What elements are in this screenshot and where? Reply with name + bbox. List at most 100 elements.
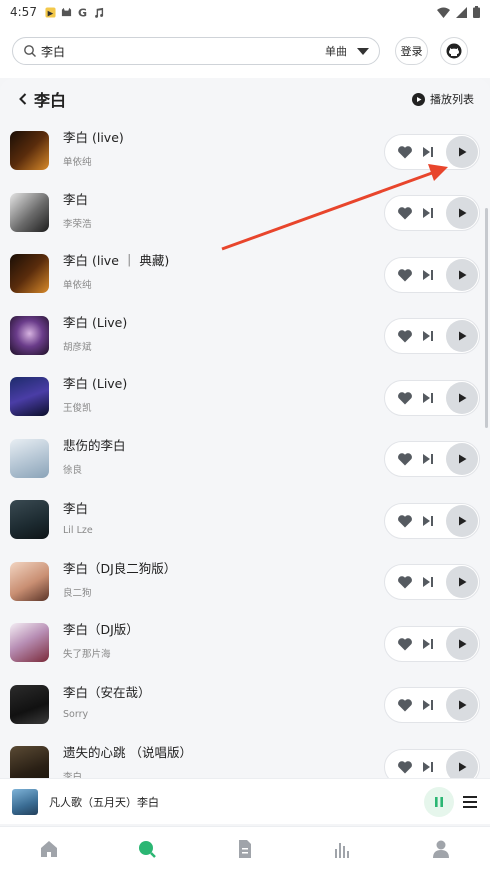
search-input[interactable]: 李白 <box>41 43 325 60</box>
search-type-select[interactable]: 单曲 <box>325 43 347 59</box>
play-next-icon[interactable] <box>422 576 434 588</box>
play-next-icon[interactable] <box>422 269 434 281</box>
play-button[interactable] <box>446 689 478 722</box>
github-icon <box>446 43 462 59</box>
play-button[interactable] <box>446 443 478 476</box>
playlist-button[interactable]: 播放列表 <box>412 91 474 107</box>
heart-icon[interactable] <box>397 514 413 528</box>
play-icon <box>459 762 467 772</box>
play-button[interactable] <box>446 504 478 537</box>
heart-icon[interactable] <box>397 206 413 220</box>
play-icon <box>459 393 467 403</box>
song-actions <box>384 564 480 601</box>
play-next-icon[interactable] <box>422 392 434 404</box>
play-icon <box>459 700 467 710</box>
scrollbar[interactable] <box>485 208 488 428</box>
song-list: 李白 (live) 单依纯 李白 李荣浩 李白 (live ｜ 典藏) 单依纯 <box>0 120 484 778</box>
pause-button[interactable] <box>424 786 454 817</box>
search-bar[interactable]: 李白 单曲 <box>12 37 380 65</box>
heart-icon[interactable] <box>397 760 413 774</box>
song-actions <box>384 133 480 170</box>
play-button[interactable] <box>446 750 478 778</box>
heart-icon[interactable] <box>397 329 413 343</box>
song-row[interactable]: 李白 (Live) 王俊凯 <box>0 366 484 428</box>
play-next-icon[interactable] <box>422 207 434 219</box>
album-cover <box>10 377 49 417</box>
signal-icon <box>456 6 467 18</box>
album-cover <box>10 500 49 540</box>
play-icon <box>459 331 467 341</box>
play-button[interactable] <box>446 135 478 168</box>
song-row[interactable]: 李白 (live ｜ 典藏) 单依纯 <box>0 243 484 305</box>
play-button[interactable] <box>446 381 478 414</box>
album-cover <box>10 315 49 355</box>
album-cover <box>10 623 49 663</box>
svg-text:▶: ▶ <box>48 8 54 17</box>
play-button[interactable] <box>446 627 478 660</box>
bottom-nav <box>0 826 490 871</box>
song-actions <box>384 441 480 478</box>
heart-icon[interactable] <box>397 698 413 712</box>
menu-icon[interactable] <box>462 795 478 809</box>
chevron-down-icon[interactable] <box>357 47 369 55</box>
album-cover <box>10 192 49 232</box>
home-icon[interactable] <box>39 839 59 859</box>
song-row[interactable]: 李白 李荣浩 <box>0 182 484 244</box>
discover-icon[interactable] <box>137 839 157 859</box>
pause-icon <box>435 796 443 807</box>
play-next-icon[interactable] <box>422 330 434 342</box>
heart-icon[interactable] <box>397 268 413 282</box>
battery-icon <box>473 6 480 18</box>
charts-icon[interactable] <box>333 839 353 859</box>
heart-icon[interactable] <box>397 575 413 589</box>
song-actions <box>384 318 480 355</box>
play-next-icon[interactable] <box>422 515 434 527</box>
svg-text:G: G <box>78 7 87 18</box>
play-next-icon[interactable] <box>422 699 434 711</box>
song-row[interactable]: 李白 Lil Lze <box>0 489 484 551</box>
play-button[interactable] <box>446 197 478 230</box>
search-results-panel: 李白 播放列表 李白 (live) 单依纯 李白 李荣浩 李白 (live ｜ … <box>0 78 490 778</box>
wifi-icon <box>437 7 450 18</box>
playlist-label: 播放列表 <box>430 93 474 106</box>
status-bar: 4:57 ▶ G <box>0 0 490 24</box>
play-next-icon[interactable] <box>422 638 434 650</box>
github-button[interactable] <box>440 37 468 65</box>
song-row[interactable]: 李白 (Live) 胡彦斌 <box>0 305 484 367</box>
mini-player[interactable]: 凡人歌（五月天）李白 <box>0 778 490 824</box>
play-icon <box>459 577 467 587</box>
login-button[interactable]: 登录 <box>395 37 428 65</box>
play-button[interactable] <box>446 566 478 599</box>
song-row[interactable]: 李白 (live) 单依纯 <box>0 120 484 182</box>
play-icon <box>459 270 467 280</box>
play-button[interactable] <box>446 258 478 291</box>
heart-icon[interactable] <box>397 637 413 651</box>
album-cover <box>10 561 49 601</box>
album-cover <box>10 438 49 478</box>
album-cover <box>10 746 49 778</box>
song-row[interactable]: 遗失的心跳 （说唱版） 李白 <box>0 735 484 778</box>
song-actions <box>384 256 480 293</box>
song-row[interactable]: 李白（DJ版） 失了那片海 <box>0 612 484 674</box>
heart-icon[interactable] <box>397 452 413 466</box>
google-icon: G <box>78 7 87 18</box>
song-actions <box>384 687 480 724</box>
heart-icon[interactable] <box>397 391 413 405</box>
profile-icon[interactable] <box>431 839 451 859</box>
now-playing-title: 凡人歌（五月天）李白 <box>49 795 159 809</box>
song-row[interactable]: 悲伤的李白 徐良 <box>0 428 484 490</box>
play-button[interactable] <box>446 320 478 353</box>
album-cover <box>10 684 49 724</box>
heart-icon[interactable] <box>397 145 413 159</box>
search-icon <box>24 45 36 57</box>
song-row[interactable]: 李白（DJ良二狗版） 良二狗 <box>0 551 484 613</box>
document-icon[interactable] <box>235 839 255 859</box>
song-row[interactable]: 李白（安在哉） Sorry <box>0 674 484 736</box>
play-icon <box>459 208 467 218</box>
play-next-icon[interactable] <box>422 453 434 465</box>
back-arrow-icon[interactable] <box>16 92 30 106</box>
play-next-icon[interactable] <box>422 146 434 158</box>
album-cover <box>10 131 49 171</box>
play-next-icon[interactable] <box>422 761 434 773</box>
search-header: 李白 单曲 登录 <box>0 24 490 78</box>
